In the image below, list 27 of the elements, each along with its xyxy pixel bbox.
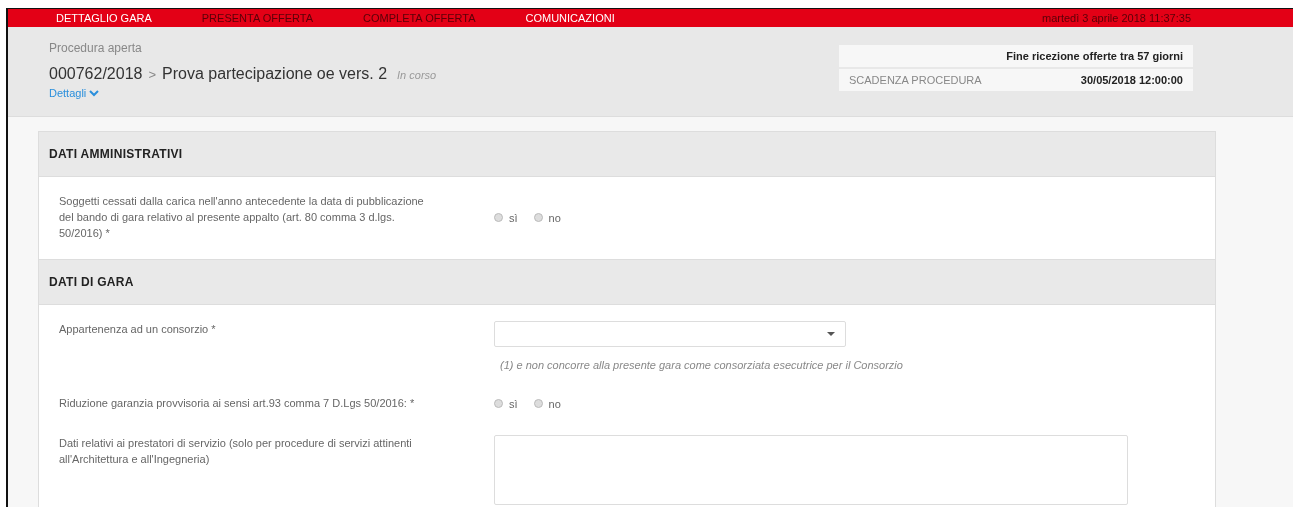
field-label: Soggetti cessati dalla carica nell'anno antecedente la data di pubblicazione del bando di gara relativo al presente appalto (art. 80 comma 3 d.lgs. 50/2016) * bbox=[59, 194, 425, 241]
radio-option[interactable]: sì bbox=[494, 194, 518, 241]
radio-option[interactable]: no bbox=[533, 194, 561, 241]
status-text: In corso bbox=[397, 69, 437, 81]
date-time: martedì 3 aprile 2018 11:37:35 bbox=[1042, 12, 1192, 24]
deadline-notice: Fine ricezione offerte tra 57 giorni bbox=[839, 45, 1193, 67]
deadline-value: 30/05/2018 12:00:00 bbox=[1080, 74, 1183, 86]
nav-tab[interactable]: DETTAGLIO GARA bbox=[56, 12, 152, 24]
field-label: Riduzione garanzia provvisoria ai sensi art.93 comma 7 D.Lgs 50/2016: * bbox=[59, 396, 416, 411]
procedure-title: Prova partecipazione oe vers. 2 bbox=[162, 65, 388, 83]
field-label: Dati relativi ai prestatori di servizio (solo per procedure di servizi attinenti all'Architettura e all'Ingegneria) bbox=[59, 436, 413, 467]
nav-tab[interactable]: COMUNICAZIONI bbox=[525, 12, 615, 24]
procedure-type: Procedura aperta bbox=[49, 41, 143, 55]
caret-icon bbox=[827, 332, 835, 336]
section-header: DATI AMMINISTRATIVI bbox=[39, 132, 1215, 177]
dropdown-field[interactable] bbox=[494, 321, 846, 347]
radio-option[interactable]: sì bbox=[494, 396, 518, 411]
field-label: Appartenenza ad un consorzio * bbox=[59, 322, 217, 337]
section-header: DATI DI GARA bbox=[39, 259, 1215, 305]
chevron-icon bbox=[89, 89, 100, 97]
details-link[interactable]: Dettagli bbox=[49, 87, 100, 99]
procedure-code: 000762/2018 bbox=[49, 65, 143, 83]
breadcrumb-separator: > bbox=[148, 67, 157, 82]
radio-option[interactable]: no bbox=[533, 396, 561, 411]
deadline-label: SCADENZA PROCEDURA bbox=[849, 74, 982, 86]
text-area[interactable] bbox=[494, 435, 1128, 505]
hint-text: (1) e non concorre alla presente gara come consorziata esecutrice per il Consorzio bbox=[500, 359, 903, 371]
